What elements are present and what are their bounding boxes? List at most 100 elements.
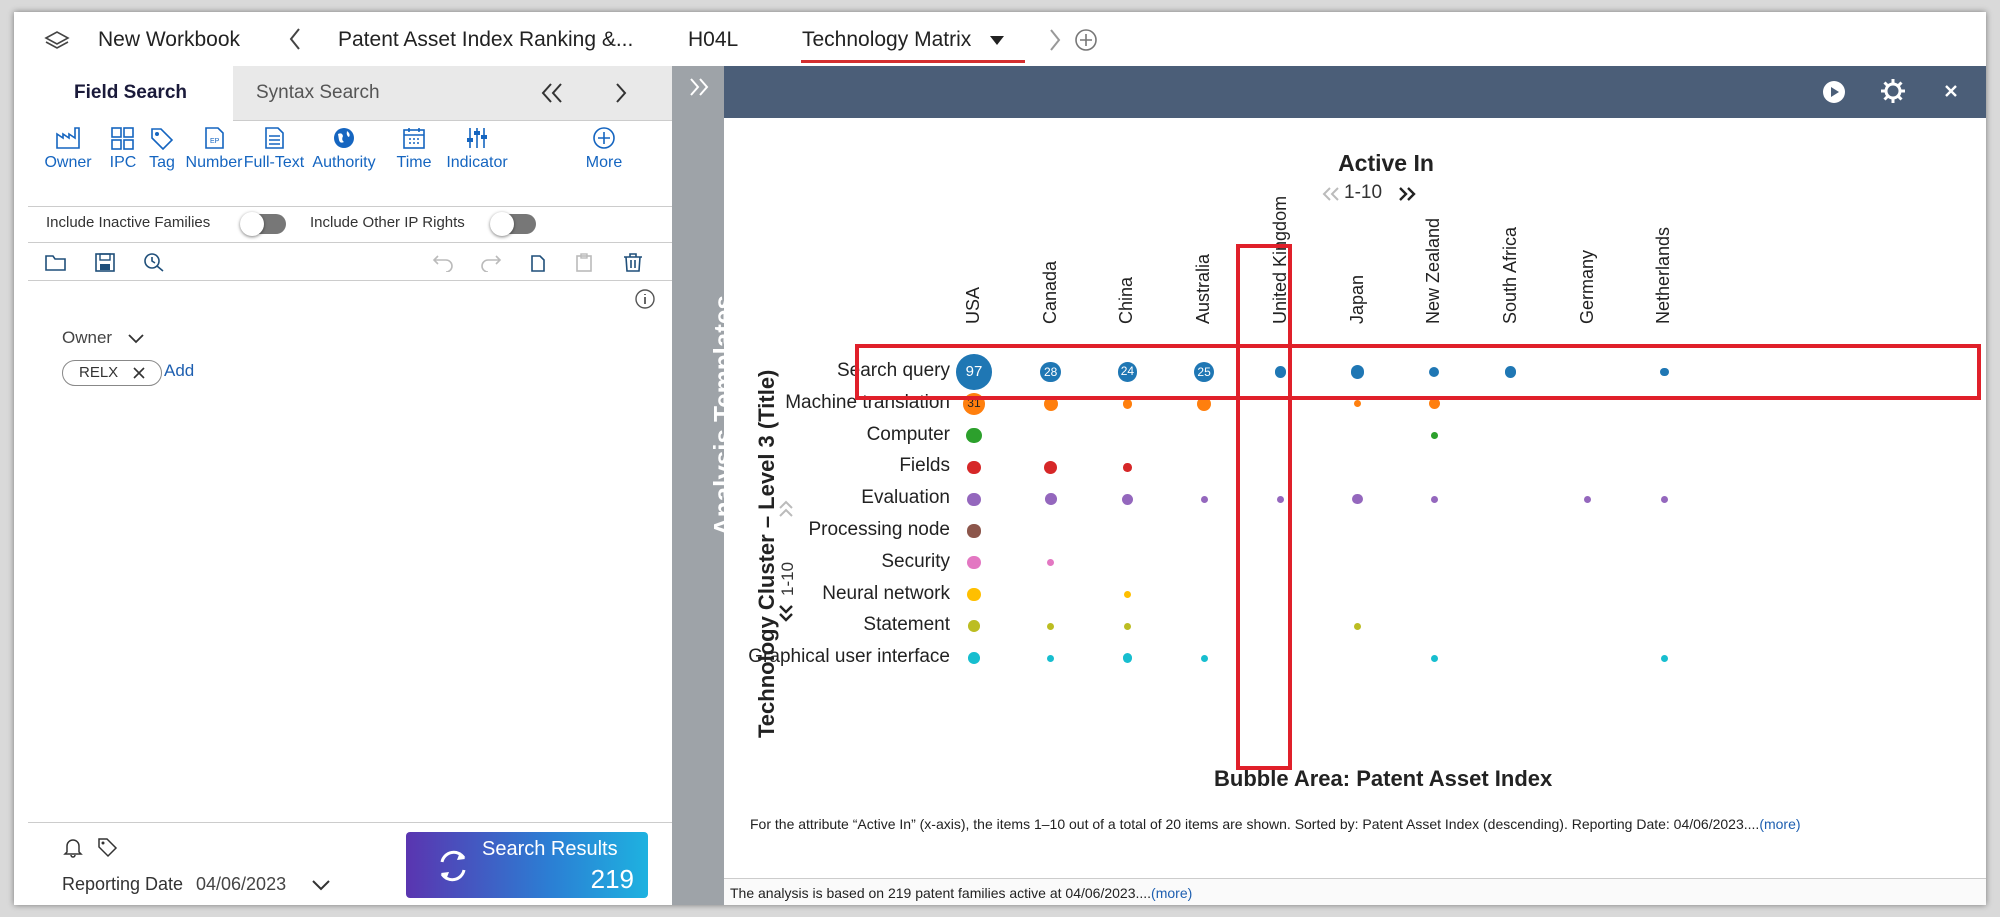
tab-technology-matrix[interactable]: Technology Matrix xyxy=(802,28,971,52)
tag-outline-icon[interactable] xyxy=(96,836,118,858)
bubble-point[interactable] xyxy=(966,427,982,444)
redo-icon[interactable] xyxy=(480,252,502,272)
document-text-icon xyxy=(265,127,284,149)
bubble-point[interactable] xyxy=(1123,463,1132,472)
more-tool-label: More xyxy=(585,154,623,171)
svg-text:EP: EP xyxy=(210,138,220,145)
search-results-count: 219 xyxy=(590,864,634,894)
workbook-icon[interactable] xyxy=(44,30,70,50)
bubble-point[interactable] xyxy=(1660,495,1668,503)
bubble-point[interactable] xyxy=(1430,432,1438,440)
bubble-point[interactable] xyxy=(1430,654,1438,662)
workbook-title[interactable]: New Workbook xyxy=(98,28,240,52)
full-text-tool-label: Full-Text xyxy=(243,154,305,171)
app-window: New Workbook Patent Asset Index Ranking … xyxy=(14,12,1986,905)
include-other-ip-toggle[interactable] xyxy=(490,212,536,236)
bubble-point[interactable] xyxy=(1660,654,1668,662)
save-icon[interactable] xyxy=(94,252,116,272)
bubble-point[interactable] xyxy=(1584,495,1592,503)
chevron-down-icon[interactable] xyxy=(128,334,144,344)
search-panel: Field Search Syntax Search Owner IPC Tag… xyxy=(28,66,672,905)
add-tab-icon[interactable] xyxy=(1074,28,1098,52)
include-inactive-toggle[interactable] xyxy=(240,212,286,236)
bubble-point[interactable] xyxy=(968,652,980,665)
tab-syntax-search[interactable]: Syntax Search xyxy=(256,66,380,120)
bubble-point[interactable] xyxy=(1121,493,1133,505)
add-owner-link[interactable]: Add xyxy=(164,361,194,381)
trash-icon[interactable] xyxy=(622,252,644,272)
y-tick-label: Processing node xyxy=(808,519,950,540)
analysis-templates-bar[interactable]: Analysis Templates xyxy=(672,66,738,905)
double-chevron-left-icon[interactable] xyxy=(540,82,564,104)
bubble-point[interactable] xyxy=(1044,493,1057,506)
highlight-row-box xyxy=(855,344,1981,400)
refresh-icon xyxy=(440,850,466,882)
bubble-point[interactable] xyxy=(967,556,981,570)
more-tool[interactable]: More xyxy=(564,126,644,172)
analysis-more-link[interactable]: (more) xyxy=(1151,885,1192,901)
x-tick-label: New Zealand xyxy=(1423,217,1444,324)
tab-field-search[interactable]: Field Search xyxy=(28,66,233,121)
bubble-point[interactable] xyxy=(1122,653,1133,663)
bubble-point[interactable] xyxy=(1122,399,1133,409)
full-text-tool[interactable]: Full-Text xyxy=(234,126,314,172)
indicator-tool[interactable]: Indicator xyxy=(437,126,517,172)
undo-icon[interactable] xyxy=(432,252,454,272)
chart-footnote: For the attribute “Active In” (x-axis), … xyxy=(750,816,1801,832)
bubble-point[interactable] xyxy=(1047,559,1055,567)
highlight-column-box xyxy=(1236,244,1292,770)
authority-tool[interactable]: Authority xyxy=(304,126,384,172)
copy-icon[interactable] xyxy=(528,252,548,272)
search-tabs: Field Search Syntax Search xyxy=(28,66,672,121)
owner-chip[interactable]: RELX xyxy=(62,360,162,386)
x-tick-label: Australia xyxy=(1193,253,1214,324)
status-bar: The analysis is based on 219 patent fami… xyxy=(724,878,1986,905)
bubble-point[interactable] xyxy=(1123,622,1131,630)
bubble-matrix: USA Canada China Australia United Kingdom Jap… xyxy=(724,66,1986,826)
bubble-point[interactable] xyxy=(967,492,981,506)
divider-line xyxy=(28,822,672,823)
chevron-right-icon[interactable] xyxy=(1048,28,1062,52)
tab-dropdown-icon[interactable] xyxy=(990,36,1004,45)
bell-icon[interactable] xyxy=(62,836,84,858)
bubble-point[interactable] xyxy=(967,588,981,602)
bubble-point[interactable] xyxy=(1353,622,1362,630)
bubble-point[interactable] xyxy=(1123,591,1131,599)
x-tick-label: Germany xyxy=(1576,249,1597,324)
bubble-point[interactable] xyxy=(1200,495,1208,503)
bubble-point[interactable] xyxy=(1353,400,1362,408)
search-history-icon[interactable] xyxy=(142,252,166,272)
bubble-point[interactable] xyxy=(967,460,981,475)
tab-h04l[interactable]: H04L xyxy=(688,28,738,52)
paste-icon[interactable] xyxy=(574,252,594,272)
double-chevron-right-icon[interactable] xyxy=(688,76,710,98)
bubble-point[interactable] xyxy=(1352,494,1363,505)
analysis-note: The analysis is based on 219 patent fami… xyxy=(730,885,1192,901)
close-icon[interactable] xyxy=(133,367,145,379)
bubble-point[interactable] xyxy=(1430,495,1438,503)
tag-tool-label: Tag xyxy=(149,154,175,171)
tab-patent-asset-index[interactable]: Patent Asset Index Ranking &... xyxy=(338,28,633,52)
search-results-button[interactable]: Search Results 219 xyxy=(406,832,648,898)
document-ep-icon: EP xyxy=(205,127,224,149)
bubble-point[interactable] xyxy=(1047,622,1055,630)
factory-icon xyxy=(56,127,80,149)
chevron-down-icon[interactable] xyxy=(312,880,330,891)
info-icon[interactable] xyxy=(634,288,656,310)
technology-matrix-panel: Active In 1-10 Technology Cluster – Leve… xyxy=(724,66,1986,905)
y-tick-label: Graphical user interface xyxy=(748,646,950,668)
bubble-point[interactable] xyxy=(967,524,981,538)
open-folder-icon[interactable] xyxy=(44,252,68,272)
chevron-right-small-icon[interactable] xyxy=(614,82,628,104)
bubble-point[interactable] xyxy=(968,620,980,633)
owner-chip-label: RELX xyxy=(79,364,119,381)
bubble-point[interactable] xyxy=(1044,460,1058,474)
x-tick-label: South Africa xyxy=(1499,226,1520,324)
chevron-left-icon[interactable] xyxy=(288,27,302,51)
divider-line xyxy=(28,242,672,243)
footnote-more-link[interactable]: (more) xyxy=(1759,816,1800,832)
bubble-point[interactable] xyxy=(1200,654,1208,662)
time-tool-label: Time xyxy=(396,154,432,171)
bubble-point[interactable] xyxy=(1047,654,1055,662)
workbook-bar: New Workbook Patent Asset Index Ranking … xyxy=(14,12,1986,66)
